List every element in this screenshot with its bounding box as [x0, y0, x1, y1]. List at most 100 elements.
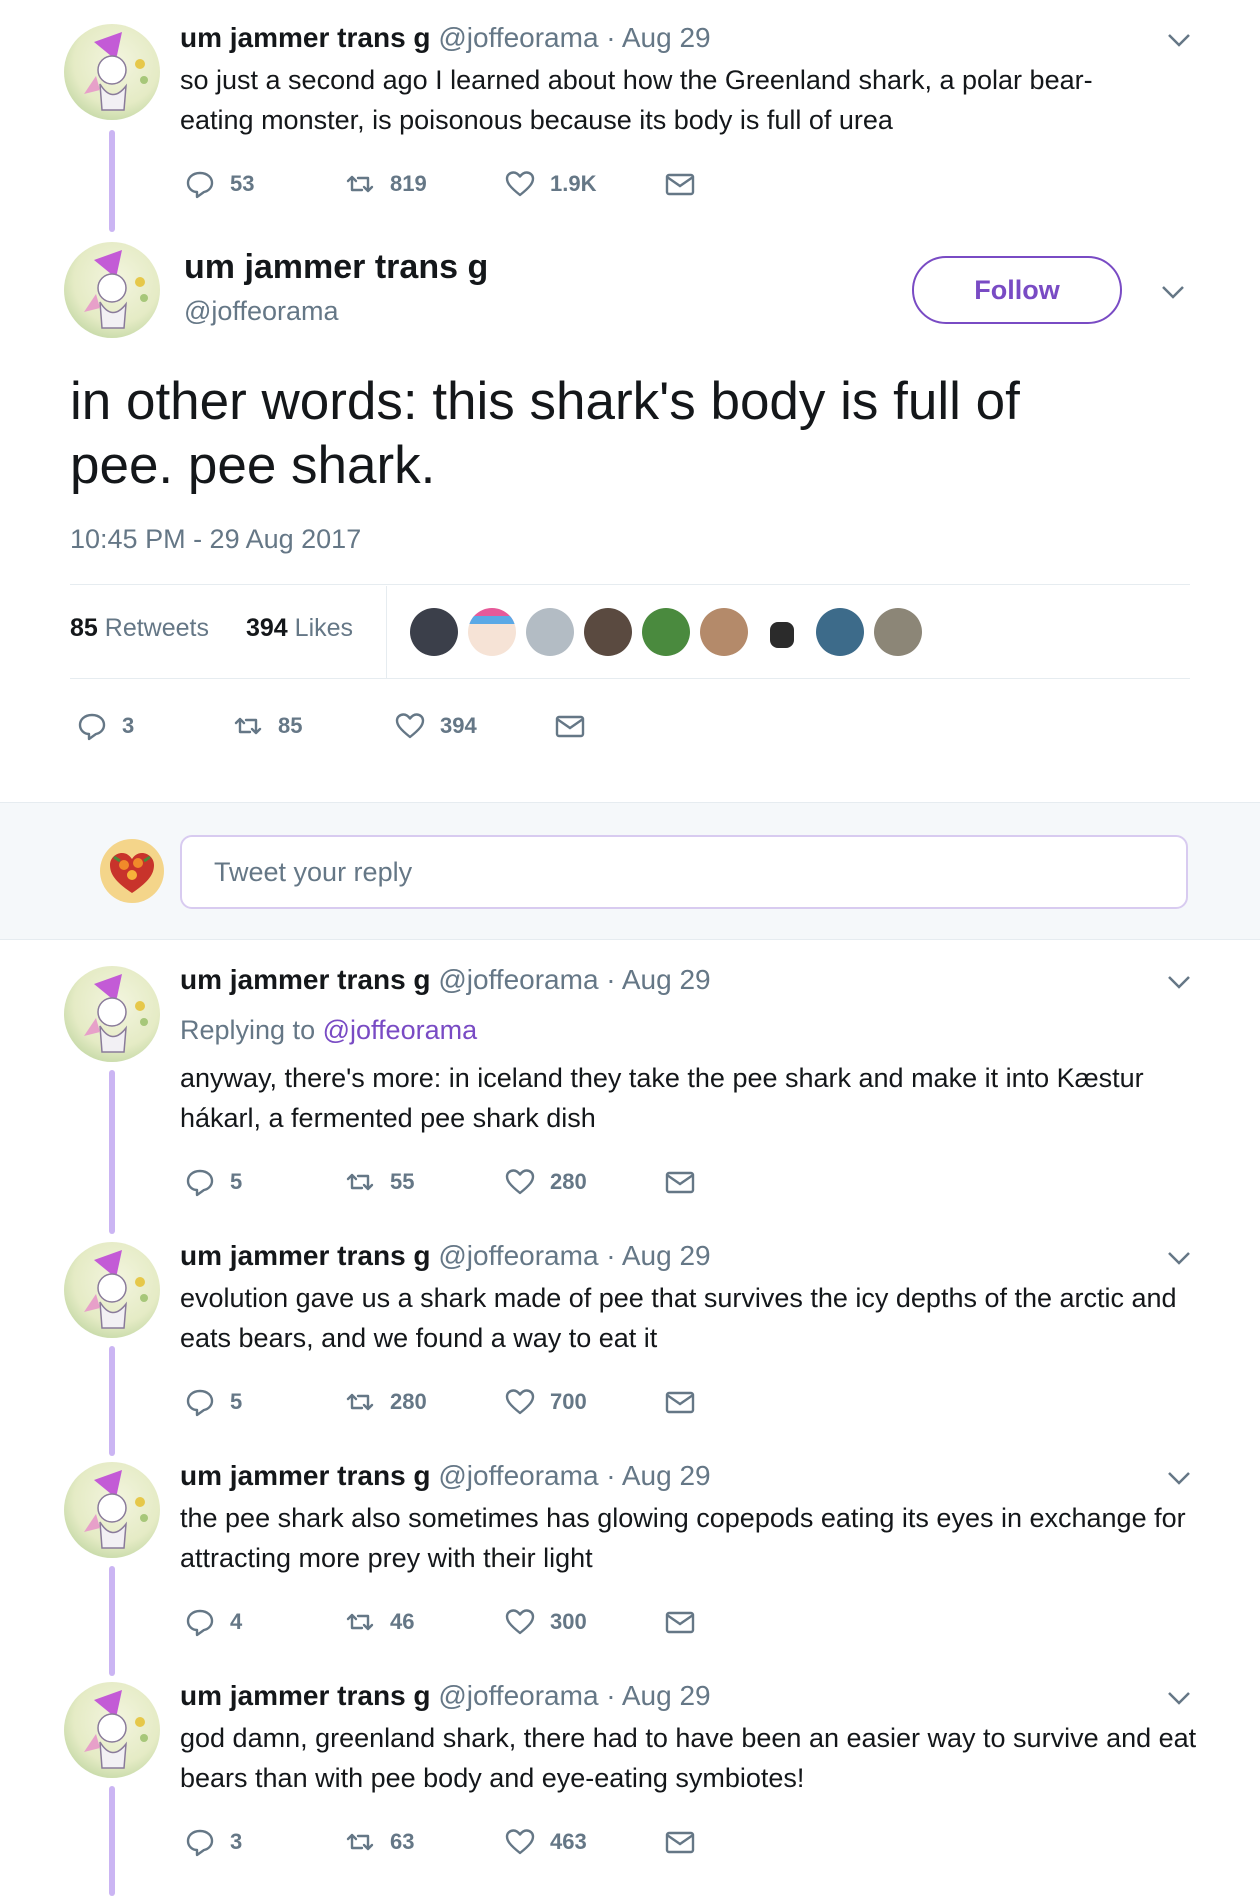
liker-avatar[interactable] [410, 608, 458, 656]
retweet-button[interactable]: 46 [344, 1602, 414, 1642]
display-name[interactable]: um jammer trans g [180, 22, 431, 53]
replying-to-handle[interactable]: @joffeorama [323, 1015, 478, 1045]
direct-message-button[interactable] [554, 706, 586, 746]
retweet-button[interactable]: 819 [344, 164, 427, 204]
retweet-count: 46 [390, 1609, 415, 1634]
reply-icon [186, 1829, 214, 1857]
retweet-button[interactable]: 63 [344, 1822, 414, 1862]
chevron-down-icon[interactable] [1164, 972, 1194, 992]
chevron-down-icon[interactable] [1164, 1688, 1194, 1708]
avatar-illustration [84, 974, 148, 1053]
handle-and-date[interactable]: @joffeorama · Aug 29 [438, 1680, 710, 1711]
liker-avatar[interactable] [758, 608, 806, 656]
direct-message-button[interactable] [664, 1602, 696, 1642]
direct-message-button[interactable] [664, 1822, 696, 1862]
tweet-actions: 53 819 1.9K [184, 164, 724, 204]
display-name[interactable]: um jammer trans g [180, 1240, 431, 1271]
likes-label: Likes [294, 614, 354, 642]
retweets-stat[interactable]: 85 Retweets [70, 614, 209, 643]
retweet-button[interactable]: 280 [344, 1382, 427, 1422]
thread-connector [109, 1070, 115, 1234]
liker-avatar[interactable] [584, 608, 632, 656]
like-button[interactable]: 463 [504, 1822, 587, 1862]
liker-avatar[interactable] [874, 608, 922, 656]
liker-avatar[interactable] [526, 608, 574, 656]
reply-button[interactable]: 53 [184, 164, 254, 204]
heart-icon [395, 713, 425, 739]
handle-and-date[interactable]: @joffeorama · Aug 29 [438, 22, 710, 53]
handle-and-date[interactable]: @joffeorama · Aug 29 [438, 1240, 710, 1271]
direct-message-button[interactable] [664, 1162, 696, 1202]
tweet-timestamp[interactable]: 10:45 PM - 29 Aug 2017 [70, 524, 361, 555]
like-button[interactable]: 700 [504, 1382, 587, 1422]
chevron-down-icon[interactable] [1164, 1248, 1194, 1268]
heart-icon [505, 171, 535, 197]
my-avatar[interactable] [100, 839, 164, 903]
retweet-icon [346, 1393, 374, 1411]
liker-avatar[interactable] [642, 608, 690, 656]
like-button[interactable]: 394 [394, 706, 477, 746]
reply-input[interactable]: Tweet your reply [180, 835, 1188, 909]
retweet-button[interactable]: 85 [232, 706, 302, 746]
tweet-text: so just a second ago I learned about how… [180, 65, 1093, 135]
reply-button[interactable]: 3 [184, 1822, 242, 1862]
envelope-icon [665, 1171, 695, 1194]
display-name[interactable]: um jammer trans g [184, 248, 488, 287]
like-button[interactable]: 280 [504, 1162, 587, 1202]
reply-composer: Tweet your reply [0, 802, 1260, 940]
reply-button[interactable]: 3 [76, 706, 134, 746]
retweet-icon [346, 175, 374, 193]
divider [70, 678, 1190, 679]
direct-message-button[interactable] [664, 164, 696, 204]
chevron-down-icon[interactable] [1158, 282, 1188, 302]
like-count: 300 [550, 1609, 587, 1634]
liker-avatar[interactable] [816, 608, 864, 656]
like-button[interactable]: 1.9K [504, 164, 596, 204]
follow-button[interactable]: Follow [912, 256, 1122, 324]
reply-button[interactable]: 5 [184, 1162, 242, 1202]
avatar[interactable] [64, 24, 160, 120]
handle-and-date[interactable]: @joffeorama · Aug 29 [438, 964, 710, 995]
tweet-header: um jammer trans g @joffeorama · Aug 29 [180, 1458, 711, 1494]
likes-stat[interactable]: 394 Likes [246, 614, 353, 643]
avatar[interactable] [64, 1462, 160, 1558]
like-count: 700 [550, 1389, 587, 1414]
reply-icon [186, 171, 214, 199]
tweet-text: the pee shark also sometimes has glowing… [180, 1503, 1186, 1573]
retweet-count: 55 [390, 1169, 415, 1194]
thread-connector [109, 1786, 115, 1896]
chevron-down-icon[interactable] [1164, 30, 1194, 50]
thread-connector [109, 1346, 115, 1456]
retweet-button[interactable]: 55 [344, 1162, 414, 1202]
like-count: 394 [440, 713, 477, 738]
direct-message-button[interactable] [664, 1382, 696, 1422]
retweet-count: 819 [390, 171, 427, 196]
retweet-icon [346, 1173, 374, 1191]
envelope-icon [555, 715, 585, 738]
like-button[interactable]: 300 [504, 1602, 587, 1642]
avatar[interactable] [64, 242, 160, 338]
reply-button[interactable]: 4 [184, 1602, 242, 1642]
avatar[interactable] [64, 1682, 160, 1778]
avatar-illustration [84, 1470, 148, 1549]
handle-and-date[interactable]: @joffeorama · Aug 29 [438, 1460, 710, 1491]
tweet-header: um jammer trans g @joffeorama · Aug 29 [180, 1678, 711, 1714]
avatar[interactable] [64, 1242, 160, 1338]
envelope-icon [665, 173, 695, 196]
tweet-actions: 5 280 700 [184, 1382, 724, 1422]
handle[interactable]: @joffeorama [184, 296, 339, 327]
avatar-illustration [84, 1690, 148, 1769]
liker-avatar[interactable] [700, 608, 748, 656]
like-count: 280 [550, 1169, 587, 1194]
tweet-actions: 4 46 300 [184, 1602, 724, 1642]
tweet-actions: 5 55 280 [184, 1162, 724, 1202]
avatar-illustration [84, 1250, 148, 1329]
liker-avatar[interactable] [468, 608, 516, 656]
reply-button[interactable]: 5 [184, 1382, 242, 1422]
chevron-down-icon[interactable] [1164, 1468, 1194, 1488]
reply-count: 3 [122, 713, 135, 738]
avatar[interactable] [64, 966, 160, 1062]
display-name[interactable]: um jammer trans g [180, 1680, 431, 1711]
display-name[interactable]: um jammer trans g [180, 1460, 431, 1491]
display-name[interactable]: um jammer trans g [180, 964, 431, 995]
